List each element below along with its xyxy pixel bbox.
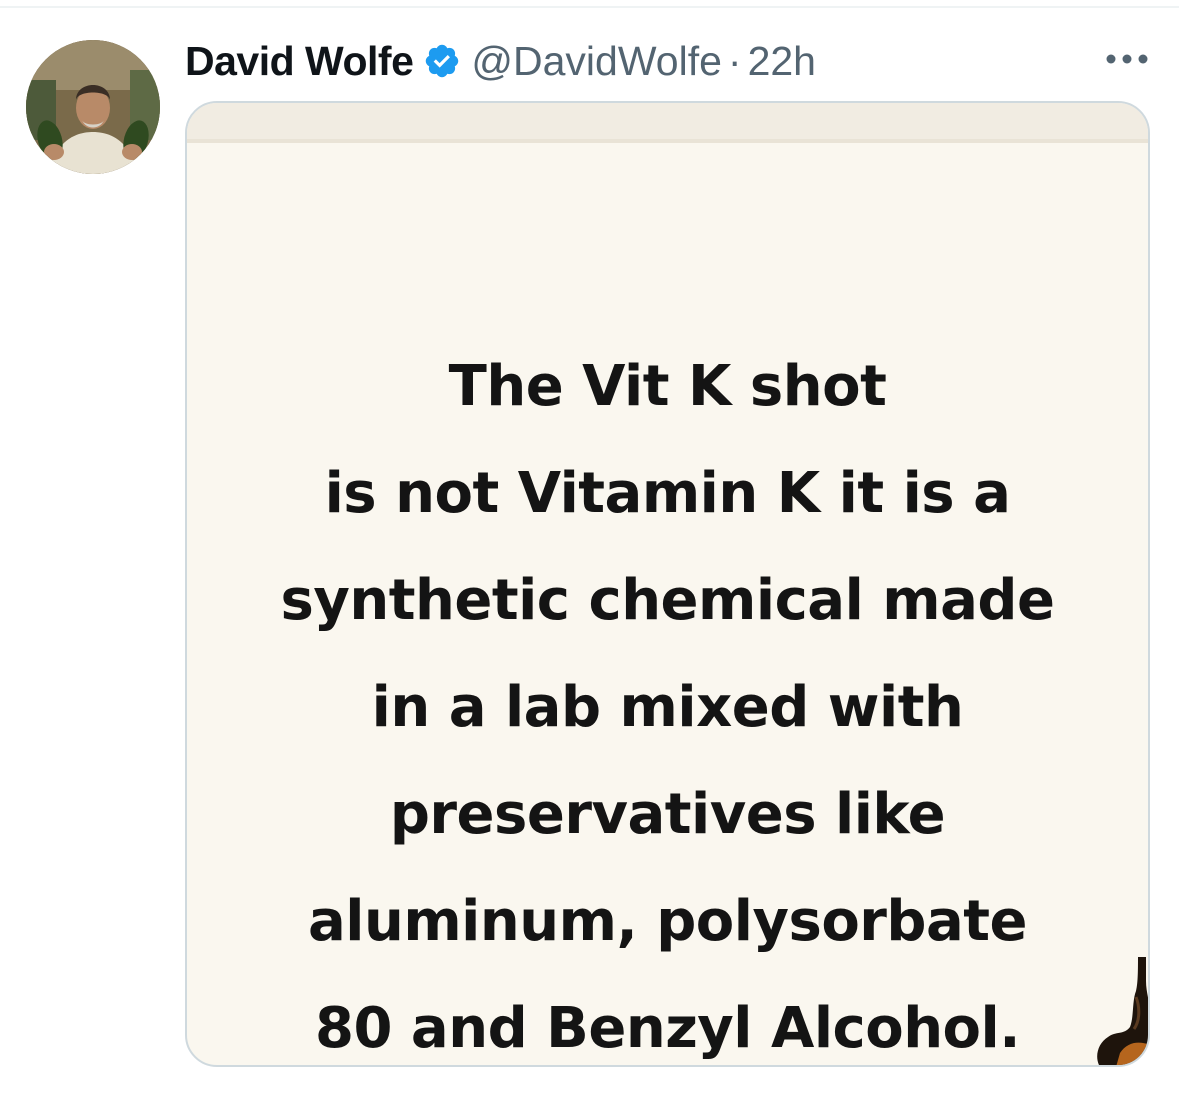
avatar-image	[26, 40, 160, 174]
verified-badge-icon[interactable]	[423, 42, 461, 80]
more-options-button[interactable]	[1100, 44, 1154, 74]
media-caption-text: The Vit K shot is not Vitamin K it is a …	[187, 333, 1148, 1065]
bottle-graphic	[1097, 957, 1148, 1065]
media-text-line: is not Vitamin K it is a	[324, 461, 1011, 526]
media-text-line: preservatives like	[389, 782, 946, 847]
tweet-media-image[interactable]: The Vit K shot is not Vitamin K it is a …	[185, 101, 1150, 1067]
media-text-line: in a lab mixed with	[371, 675, 964, 740]
media-text-line: 80 and Benzyl Alcohol.	[315, 996, 1021, 1061]
tweet-header: David Wolfe @DavidWolfe · 22h	[185, 33, 816, 89]
media-text-line: The Vit K shot	[448, 354, 887, 419]
display-name[interactable]: David Wolfe	[185, 38, 414, 85]
media-text-line: synthetic chemical made	[280, 568, 1055, 633]
timestamp[interactable]: 22h	[748, 38, 816, 85]
top-divider	[0, 6, 1179, 8]
media-top-band	[187, 103, 1148, 139]
media-top-divider	[187, 139, 1148, 143]
media-text-line: aluminum, polysorbate	[307, 889, 1028, 954]
ellipsis-icon	[1106, 54, 1148, 64]
separator-dot: ·	[727, 37, 742, 84]
user-handle[interactable]: @DavidWolfe	[471, 38, 722, 85]
avatar[interactable]	[26, 40, 160, 174]
